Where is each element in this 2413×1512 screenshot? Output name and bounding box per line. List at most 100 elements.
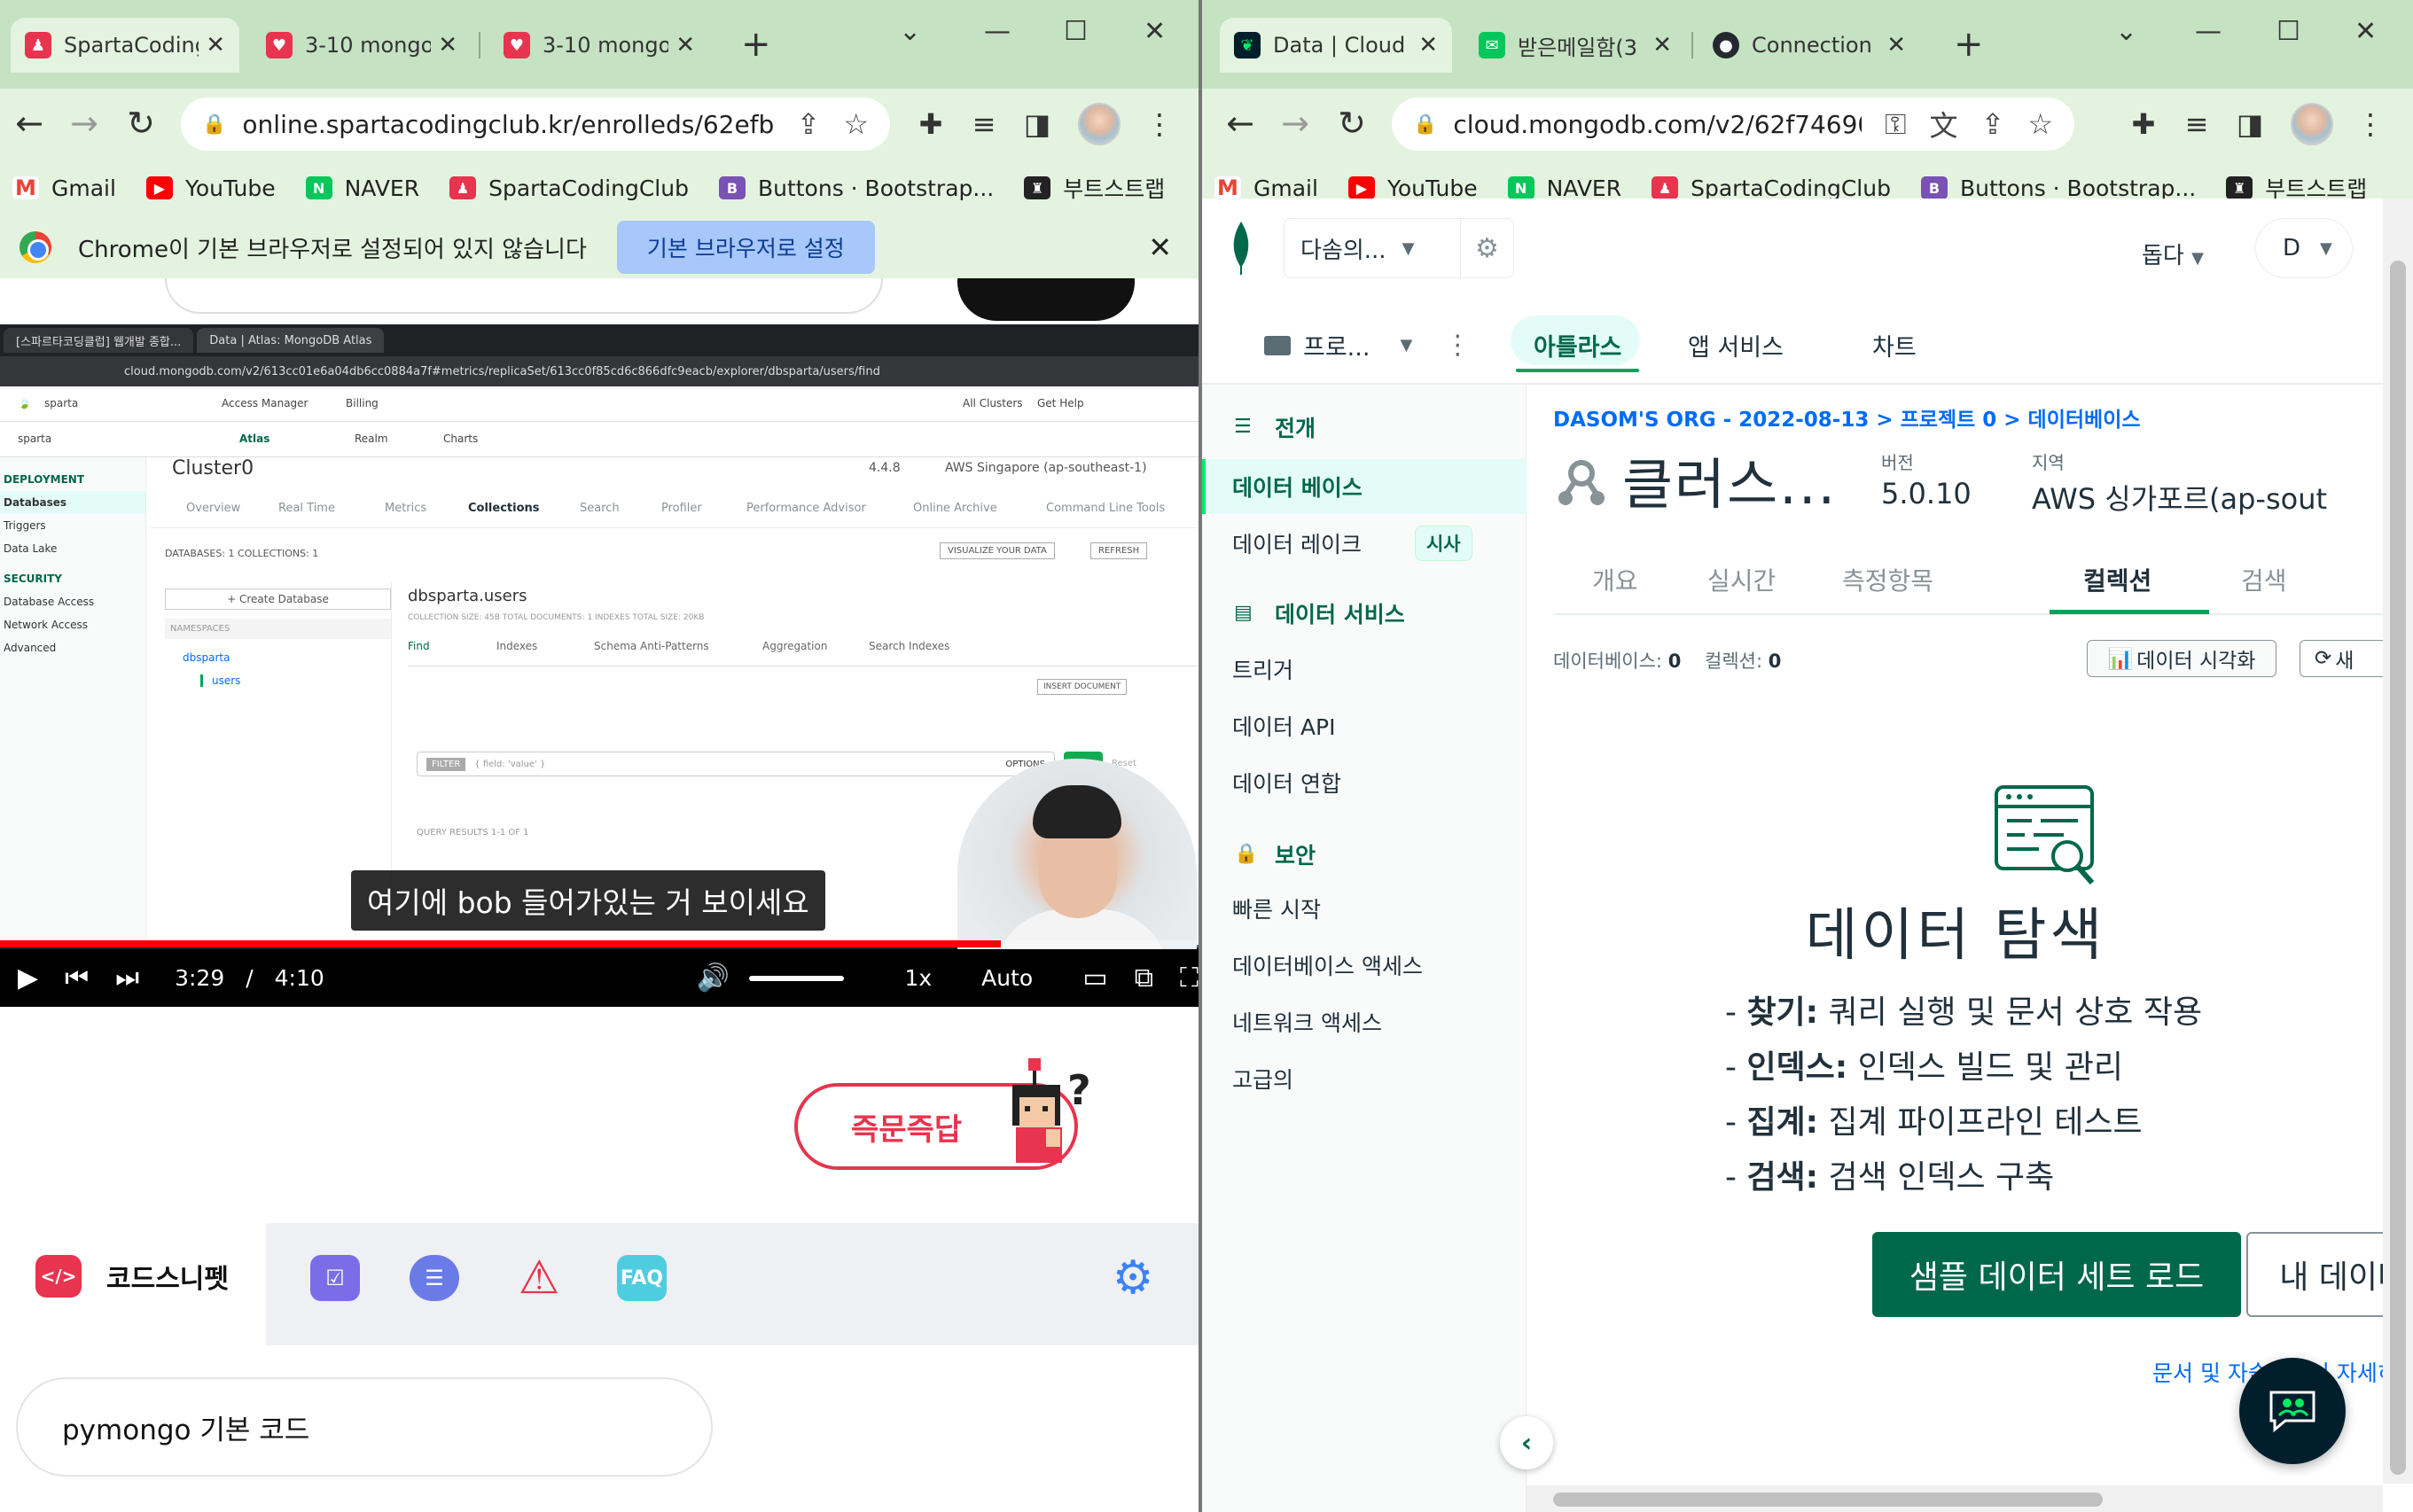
settings-tab[interactable]: ⚙ bbox=[1108, 1251, 1158, 1305]
tab-search[interactable]: 검색 bbox=[2241, 562, 2287, 597]
key-icon[interactable]: ⚿ bbox=[1885, 107, 1906, 142]
vertical-scrollbar[interactable] bbox=[2383, 199, 2413, 1484]
media-control-icon[interactable]: ≡ bbox=[964, 105, 1003, 144]
sidebar-item-data-lake[interactable]: 데이터 레이크 시사 bbox=[1202, 516, 1527, 571]
tab-collections[interactable]: 컬렉션 bbox=[2083, 562, 2151, 597]
sidebar-item-triggers[interactable]: 트리거 bbox=[1202, 642, 1527, 697]
bookmark-youtube[interactable]: ▶ YouTube bbox=[145, 175, 276, 201]
tab-inbox[interactable]: ✉ 받은메일함(3 ✕ bbox=[1464, 18, 1686, 73]
close-tab-icon[interactable]: ✕ bbox=[675, 32, 695, 58]
address-bar[interactable]: 🔒 cloud.mongodb.com/v2/62f746906... ⚿ 文 … bbox=[1392, 97, 2074, 151]
close-infobar-icon[interactable]: ✕ bbox=[1148, 230, 1172, 264]
bookmark-bootstrap-kr[interactable]: ♜ 부트스트랩 bbox=[1024, 172, 1165, 204]
sidebar-item-quickstart[interactable]: 빠른 시작 bbox=[1202, 881, 1527, 936]
more-vertical-icon[interactable]: ⋮ bbox=[1444, 330, 1471, 361]
new-tab-button[interactable]: + bbox=[1954, 25, 1984, 64]
tab-connection[interactable]: ● Connection ✕ bbox=[1698, 18, 1920, 73]
nav-app-services[interactable]: 앱 서비스 bbox=[1688, 328, 1784, 362]
sidebar-item-federation[interactable]: 데이터 연합 bbox=[1202, 755, 1527, 810]
sidebar-item-data-api[interactable]: 데이터 API bbox=[1202, 698, 1527, 753]
org-selector[interactable]: 다솜의... ▼ bbox=[1284, 218, 1461, 278]
tab-spartacoding[interactable]: ♟ SpartaCodingClub ✕ bbox=[11, 18, 239, 73]
tab-mongodb-1[interactable]: ♥ 3-10 mongoDB ✕ bbox=[252, 18, 472, 73]
comments-tab[interactable]: ☰ bbox=[410, 1255, 459, 1301]
sidebar-item-db-access[interactable]: 데이터베이스 액세스 bbox=[1202, 938, 1527, 993]
share-icon[interactable]: ⇪ bbox=[797, 107, 821, 141]
share-icon[interactable]: ⇪ bbox=[1981, 107, 2005, 141]
set-default-button[interactable]: 기본 브라우저로 설정 bbox=[616, 221, 875, 274]
fullscreen-icon[interactable]: ⛶ bbox=[1180, 964, 1199, 992]
back-icon[interactable]: ← bbox=[7, 101, 51, 145]
tab-mongodb-2[interactable]: ♥ 3-10 mongoDB ✕ bbox=[489, 18, 709, 73]
sidebar-item-advanced[interactable]: 고급의 bbox=[1202, 1051, 1527, 1106]
minimize-icon[interactable]: — bbox=[984, 16, 1011, 47]
play-icon[interactable]: ▶ bbox=[18, 964, 38, 992]
nav-charts[interactable]: 차트 bbox=[1872, 328, 1917, 362]
header-dark-button[interactable] bbox=[957, 278, 1135, 321]
bookmark-gmail[interactable]: M Gmail bbox=[12, 175, 116, 201]
video-player[interactable]: [스파르타코딩클럽] 웹개발 종합... Data | Atlas: Mongo… bbox=[0, 324, 1199, 1007]
horizontal-scrollbar[interactable] bbox=[1527, 1485, 2383, 1512]
tab-search-chevron-icon[interactable]: ⌄ bbox=[2115, 16, 2137, 47]
video-progress-bar[interactable] bbox=[0, 940, 1199, 947]
chat-support-button[interactable] bbox=[2239, 1358, 2346, 1464]
tab-metrics[interactable]: 측정항목 bbox=[1842, 562, 1933, 597]
nav-atlas[interactable]: 아틀라스 bbox=[1515, 328, 1640, 372]
bookmark-bootstrap[interactable]: B Buttons · Bootstrap... bbox=[718, 175, 994, 201]
bookmark-youtube[interactable]: ▶ YouTube bbox=[1347, 175, 1478, 201]
video-quality[interactable]: Auto bbox=[981, 965, 1033, 991]
menu-icon[interactable]: ⋮ bbox=[2351, 105, 2390, 144]
profile-avatar[interactable] bbox=[1078, 103, 1121, 145]
miniplayer-icon[interactable]: ⧉ bbox=[1135, 964, 1153, 992]
close-tab-icon[interactable]: ✕ bbox=[438, 32, 457, 58]
project-selector[interactable]: 프로... ▼ ⋮ bbox=[1264, 328, 1471, 362]
maximize-icon[interactable]: ☐ bbox=[1064, 16, 1088, 47]
bookmark-naver[interactable]: N NAVER bbox=[305, 175, 419, 201]
reload-icon[interactable]: ↻ bbox=[119, 101, 163, 145]
faq-tab[interactable]: FAQ bbox=[617, 1255, 667, 1301]
close-tab-icon[interactable]: ✕ bbox=[1418, 32, 1438, 58]
close-tab-icon[interactable]: ✕ bbox=[206, 32, 225, 58]
star-icon[interactable]: ☆ bbox=[843, 107, 869, 141]
reload-icon[interactable]: ↻ bbox=[1330, 101, 1374, 145]
extensions-icon[interactable]: ✚ bbox=[911, 105, 950, 144]
tab-realtime[interactable]: 실시간 bbox=[1707, 562, 1776, 597]
minimize-icon[interactable]: — bbox=[2195, 16, 2222, 47]
new-tab-button[interactable]: + bbox=[741, 25, 771, 64]
code-snippet-tab[interactable]: </> 코드스니펫 bbox=[35, 1255, 229, 1298]
bookmark-sparta[interactable]: ♟ SpartaCodingClub bbox=[1652, 175, 1891, 201]
side-panel-icon[interactable]: ◨ bbox=[2230, 105, 2269, 144]
profile-avatar[interactable] bbox=[2291, 103, 2333, 145]
extensions-icon[interactable]: ✚ bbox=[2124, 105, 2163, 144]
close-tab-icon[interactable]: ✕ bbox=[1652, 32, 1672, 58]
star-icon[interactable]: ☆ bbox=[2027, 107, 2053, 141]
address-bar[interactable]: 🔒 online.spartacodingclub.kr/enrolleds/6… bbox=[181, 97, 890, 151]
close-window-icon[interactable]: ✕ bbox=[1144, 16, 1166, 47]
sidebar-item-network-access[interactable]: 네트워크 액세스 bbox=[1202, 994, 1527, 1049]
forward-icon[interactable]: → bbox=[1273, 101, 1317, 145]
close-tab-icon[interactable]: ✕ bbox=[1886, 32, 1906, 58]
volume-icon[interactable]: 🔊 bbox=[697, 964, 730, 992]
help-menu[interactable]: 돕다 ▼ bbox=[2142, 238, 2204, 270]
notes-tab[interactable]: ☑ bbox=[310, 1255, 360, 1301]
visualize-data-button[interactable]: 📊 데이터 시각화 bbox=[2087, 640, 2276, 677]
bookmark-sparta[interactable]: ♟ SpartaCodingClub bbox=[449, 175, 689, 201]
volume-slider[interactable] bbox=[749, 975, 845, 981]
collapse-sidebar-chevron-icon[interactable]: ‹ bbox=[1500, 1416, 1553, 1469]
tab-data-cloud[interactable]: ❦ Data | Cloud ✕ bbox=[1220, 18, 1452, 73]
tab-search-chevron-icon[interactable]: ⌄ bbox=[899, 16, 921, 47]
bookmark-bootstrap[interactable]: B Buttons · Bootstrap... bbox=[1920, 175, 2196, 201]
maximize-icon[interactable]: ☐ bbox=[2276, 16, 2300, 47]
subtitles-icon[interactable]: ▭ bbox=[1082, 964, 1107, 992]
breadcrumb[interactable]: DASOM'S ORG - 2022-08-13 > 프로젝트 0 > 데이터베… bbox=[1553, 402, 2141, 433]
sidebar-item-database[interactable]: 데이터 베이스 bbox=[1202, 459, 1527, 514]
forward-icon[interactable]: → bbox=[62, 101, 106, 145]
close-window-icon[interactable]: ✕ bbox=[2354, 16, 2377, 47]
previous-icon[interactable]: ⏮ bbox=[65, 964, 89, 992]
playback-speed[interactable]: 1x bbox=[904, 965, 932, 991]
menu-icon[interactable]: ⋮ bbox=[1140, 105, 1179, 144]
bookmark-naver[interactable]: N NAVER bbox=[1507, 175, 1621, 201]
user-menu[interactable]: D ▼ bbox=[2255, 218, 2353, 278]
next-icon[interactable]: ⏭ bbox=[115, 964, 139, 992]
snippet-item[interactable]: pymongo 기본 코드 bbox=[16, 1377, 713, 1477]
